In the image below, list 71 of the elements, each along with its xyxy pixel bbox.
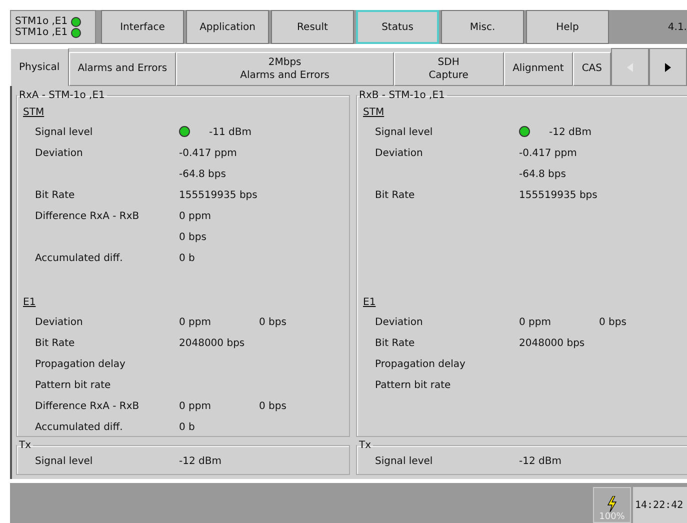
field-label: Deviation	[375, 148, 423, 159]
menu-tab[interactable]: Misc.	[441, 10, 524, 44]
field-value: 0 bps	[259, 317, 288, 328]
indicator-label: STM1o ,E1	[15, 16, 68, 27]
field-value: 155519935 bps	[179, 190, 258, 201]
field-label: Pattern bit rate	[375, 380, 451, 391]
field-value: -12 dBm	[519, 456, 562, 467]
group-title: Tx	[18, 440, 32, 451]
indicator-label: STM1o ,E1	[15, 27, 68, 38]
field-label: Difference RxA - RxB	[35, 211, 140, 222]
field-value: 0 bps	[259, 401, 288, 412]
field-label: Deviation	[35, 148, 83, 159]
group-title: RxB - STM-1o ,E1	[358, 90, 446, 101]
field-label: Bit Rate	[375, 338, 415, 349]
field-label: Propagation delay	[35, 359, 126, 370]
field-label: Deviation	[375, 317, 423, 328]
field-value: -12 dBm	[179, 456, 222, 467]
sub-tab[interactable]: CAS	[572, 52, 611, 86]
field-value: 0 bps	[179, 232, 208, 243]
group-title: RxA - STM-1o ,E1	[18, 90, 106, 101]
menu-tab[interactable]: Application	[186, 10, 269, 44]
field-label: Pattern bit rate	[35, 380, 111, 391]
right-arrow-icon	[665, 62, 671, 72]
group-title: Tx	[358, 440, 372, 451]
field-value: 2048000 bps	[179, 338, 246, 349]
field-value: 0 ppm	[519, 317, 552, 328]
field-label: Accumulated diff.	[35, 422, 123, 433]
sub-tab[interactable]: 2Mbps Alarms and Errors	[176, 52, 394, 86]
field-label: Accumulated diff.	[35, 253, 123, 264]
field-value: -64.8 bps	[179, 169, 227, 180]
section-title: E1	[363, 296, 377, 310]
field-label: Signal level	[375, 127, 433, 138]
field-value: 0 ppm	[179, 317, 212, 328]
menu-tab[interactable]: Result	[271, 10, 354, 44]
field-label: Bit Rate	[375, 190, 415, 201]
sub-tab[interactable]: Alarms and Errors	[68, 52, 176, 86]
menu-tab[interactable]: Interface	[101, 10, 184, 44]
field-value: -0.417 ppm	[519, 148, 578, 159]
battery-percent: 100%	[599, 512, 625, 522]
field-label: Deviation	[35, 317, 83, 328]
section-title: STM	[363, 106, 386, 120]
field-value: -11 dBm	[209, 127, 252, 138]
field-value: -12 dBm	[549, 127, 592, 138]
field-label: Bit Rate	[35, 338, 75, 349]
left-arrow-icon	[627, 62, 633, 72]
field-value: -0.417 ppm	[179, 148, 238, 159]
sub-tab[interactable]: Alignment	[504, 52, 573, 86]
field-label: Signal level	[375, 456, 433, 467]
section-title: E1	[23, 296, 37, 310]
field-value: 0 bps	[599, 317, 628, 328]
field-label: Signal level	[35, 456, 93, 467]
field-value: 2048000 bps	[519, 338, 586, 349]
clock: 14:22:42	[633, 487, 687, 523]
field-value: -64.8 bps	[519, 169, 567, 180]
field-value: 155519935 bps	[519, 190, 598, 201]
field-label: Propagation delay	[375, 359, 466, 370]
field-label: Signal level	[35, 127, 93, 138]
version-label: 4.1.	[668, 22, 687, 32]
field-value: 0 ppm	[179, 401, 212, 412]
field-value: 0 b	[179, 253, 196, 264]
field-label: Difference RxA - RxB	[35, 401, 140, 412]
sub-tab[interactable]: Physical	[10, 48, 69, 86]
field-value: 0 ppm	[179, 211, 212, 222]
scroll-right-button[interactable]	[649, 48, 687, 86]
section-title: STM	[23, 106, 46, 120]
field-label: Bit Rate	[35, 190, 75, 201]
menu-tab[interactable]: Status	[356, 10, 439, 44]
menu-tab[interactable]: Help	[526, 10, 609, 44]
lightning-icon	[607, 496, 617, 512]
field-value: 0 b	[179, 422, 196, 433]
sub-tab[interactable]: SDH Capture	[394, 52, 504, 86]
